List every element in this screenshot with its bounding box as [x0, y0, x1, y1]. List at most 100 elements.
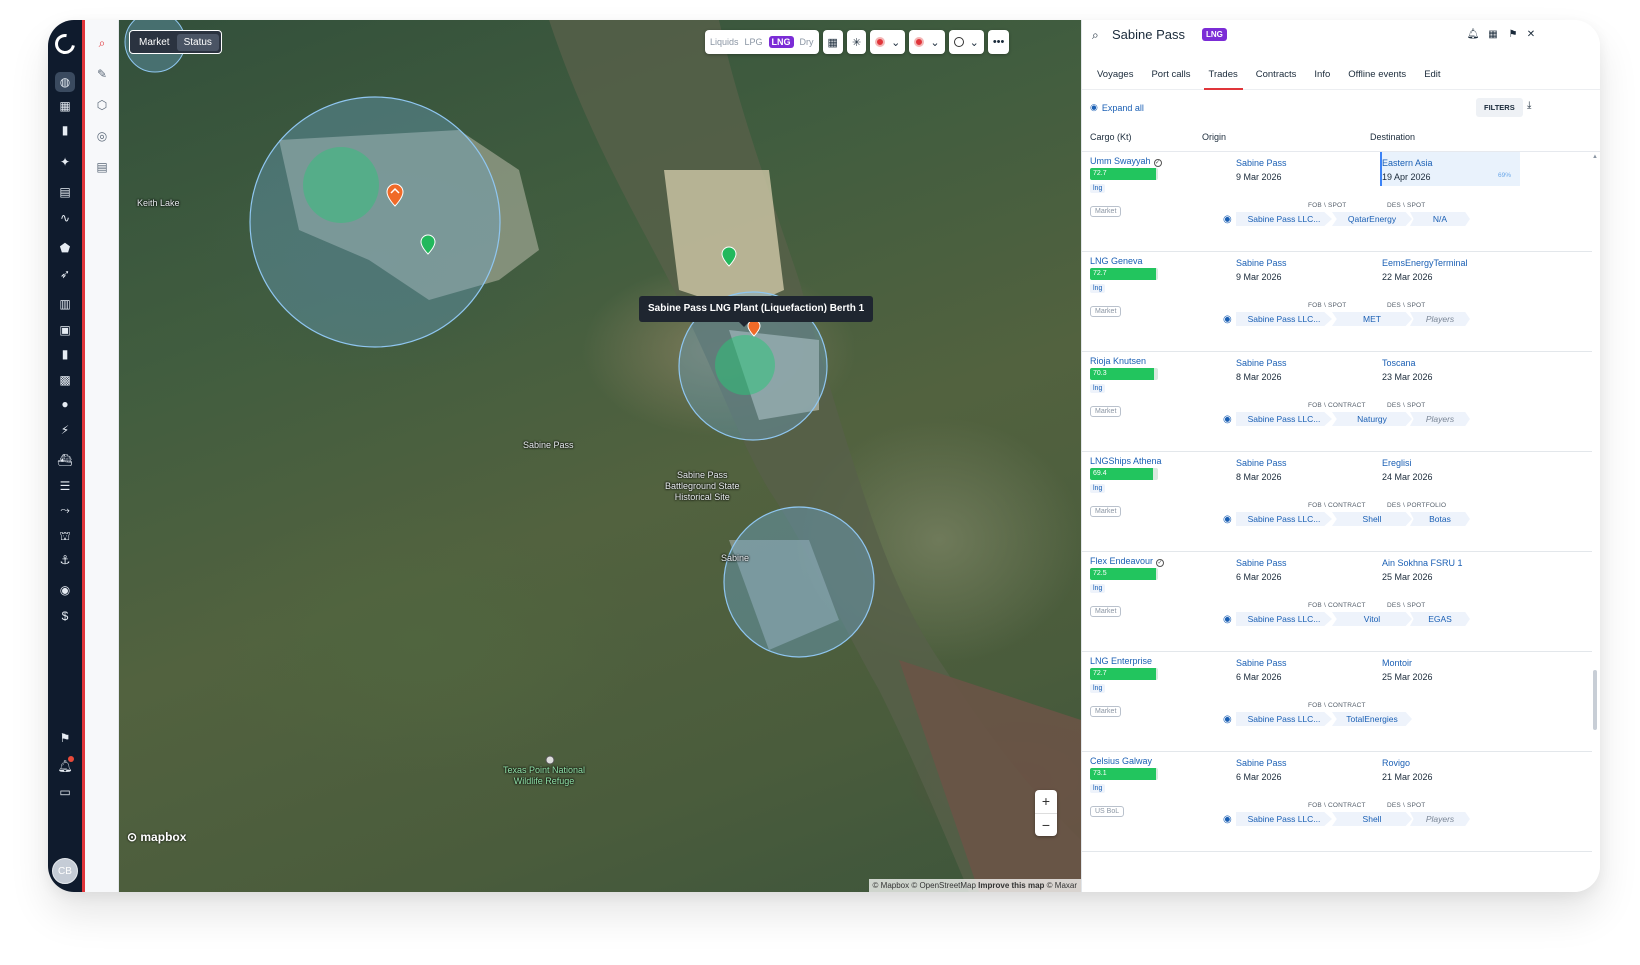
buyer-chip[interactable]: QatarEnergy — [1332, 212, 1412, 226]
origin-link[interactable]: Sabine Pass — [1236, 758, 1287, 768]
port-icon[interactable]: ⛫ — [55, 526, 75, 546]
tab-port-calls[interactable]: Port calls — [1142, 60, 1199, 89]
user-avatar[interactable]: CB — [52, 858, 78, 884]
commodity-dry[interactable]: Dry — [800, 37, 814, 47]
eye-icon[interactable]: ◉ — [1223, 714, 1232, 725]
seller-chip[interactable]: Sabine Pass LLC... — [1236, 712, 1332, 726]
download-icon[interactable]: ⤓ — [1527, 100, 1531, 111]
column-destination[interactable]: Destination — [1370, 132, 1415, 142]
eye-icon[interactable]: ◉ — [1223, 514, 1232, 525]
vessel-link[interactable]: Umm Swayyah ✓ — [1090, 156, 1162, 167]
origin-link[interactable]: Sabine Pass — [1236, 658, 1287, 668]
end-buyer-chip[interactable]: EGAS — [1410, 612, 1470, 626]
lightning-icon[interactable]: ⚡︎ — [55, 420, 75, 440]
search-icon[interactable]: ⌕ — [93, 34, 111, 52]
chat-icon[interactable]: ▭ — [55, 782, 75, 802]
filters-button[interactable]: FILTERS — [1476, 98, 1523, 117]
improve-map-link[interactable]: Improve this map — [978, 881, 1044, 890]
end-buyer-chip[interactable]: Players — [1410, 412, 1470, 426]
buyer-chip[interactable]: Naturgy — [1332, 412, 1412, 426]
end-buyer-chip[interactable]: Botas — [1410, 512, 1470, 526]
edit-icon[interactable]: ✎ — [93, 65, 111, 83]
tab-offline-events[interactable]: Offline events — [1339, 60, 1415, 89]
origin-link[interactable]: Sabine Pass — [1236, 458, 1287, 468]
dollar-icon[interactable]: $ — [55, 606, 75, 626]
commodity-lng[interactable]: LNG — [768, 36, 794, 48]
bell-icon[interactable]: 🔔︎ — [1466, 28, 1480, 42]
origin-link[interactable]: Sabine Pass — [1236, 358, 1287, 368]
commodity-filter[interactable]: Liquids LPG LNG Dry — [705, 30, 819, 54]
destination-link[interactable]: Ain Sokhna FSRU 1 — [1382, 558, 1463, 568]
origin-link[interactable]: Sabine Pass — [1236, 158, 1287, 168]
column-origin[interactable]: Origin — [1202, 132, 1226, 142]
eye-icon[interactable]: ◉ — [1223, 814, 1232, 825]
buyer-chip[interactable]: Vitol — [1332, 612, 1412, 626]
sparkle-icon[interactable]: ✦ — [55, 152, 75, 172]
destination-link[interactable]: Montoir — [1382, 658, 1412, 668]
trade-row[interactable]: LNG Enterprise 72.7 lng Market Sabine Pass 6 … — [1082, 652, 1592, 752]
flag-icon[interactable]: ⚑ — [55, 728, 75, 748]
rocket-icon[interactable]: ➶ — [55, 264, 75, 284]
destination-link[interactable]: EemsEnergyTerminal — [1382, 258, 1468, 268]
ship-database-icon[interactable]: ▤ — [55, 182, 75, 202]
app-logo[interactable] — [51, 30, 79, 58]
tab-contracts[interactable]: Contracts — [1247, 60, 1306, 89]
vessel-link[interactable]: LNG Enterprise — [1090, 656, 1152, 666]
tab-edit[interactable]: Edit — [1415, 60, 1449, 89]
seller-chip[interactable]: Sabine Pass LLC... — [1236, 612, 1332, 626]
shield-icon[interactable]: ⬟ — [55, 238, 75, 258]
oil-icon[interactable]: ▣ — [55, 320, 75, 340]
pulse-icon[interactable]: ∿ — [55, 208, 75, 228]
more-button[interactable]: ••• — [987, 30, 1010, 54]
buyer-chip[interactable]: Shell — [1332, 812, 1412, 826]
bar-chart-icon[interactable]: ▮ — [55, 344, 75, 364]
status-filter-red[interactable]: ⌄ — [870, 30, 906, 54]
grid-icon[interactable]: ▦ — [55, 96, 75, 116]
grid-icon[interactable]: ▦ — [1486, 28, 1500, 42]
route-icon[interactable]: ⤳ — [55, 500, 75, 520]
list-icon[interactable]: ☰ — [55, 476, 75, 496]
lng-icon[interactable]: ▩ — [55, 370, 75, 390]
eye-icon[interactable]: ◉ — [1223, 414, 1232, 425]
trade-row[interactable]: Rioja Knutsen 70.3 lng Market Sabine Pass 8 M… — [1082, 352, 1592, 452]
destination-link[interactable]: Toscana — [1382, 358, 1416, 368]
globe-icon[interactable]: ◍ — [55, 72, 75, 92]
zoom-out-button[interactable]: − — [1035, 813, 1057, 836]
vessel-link[interactable]: LNG Geneva — [1090, 256, 1143, 266]
close-icon[interactable]: ✕ — [1524, 28, 1538, 42]
seller-chip[interactable]: Sabine Pass LLC... — [1236, 812, 1332, 826]
anchor-icon[interactable]: ⚓︎ — [55, 550, 75, 570]
trade-row[interactable]: Umm Swayyah ✓ 72.7 lng Market Sabine Pass 9 Ma… — [1082, 152, 1592, 252]
expand-all-button[interactable]: ◉ Expand all — [1090, 102, 1144, 113]
buyer-chip[interactable]: Shell — [1332, 512, 1412, 526]
bookmark-icon[interactable]: ⚑ — [1506, 28, 1520, 42]
mapbox-logo[interactable]: ⊙ mapbox — [127, 830, 186, 844]
eye-icon[interactable]: ◉ — [1223, 314, 1232, 325]
layers-icon[interactable]: ▤ — [93, 158, 111, 176]
trade-row[interactable]: Celsius Galway 73.1 lng US BoL Sabine Pass 6 … — [1082, 752, 1592, 852]
toggle-market[interactable]: Market — [132, 34, 177, 51]
tab-trades[interactable]: Trades — [1200, 60, 1247, 90]
zoom-in-button[interactable]: + — [1035, 790, 1057, 813]
layers-button[interactable]: ▦ — [822, 30, 843, 54]
vessel-link[interactable]: Celsius Galway — [1090, 756, 1152, 766]
origin-link[interactable]: Sabine Pass — [1236, 258, 1287, 268]
map-canvas[interactable]: Market Status Liquids LPG LNG Dry ▦ ✳ ⌄ … — [119, 20, 1081, 892]
vessel-link[interactable]: LNGShips Athena — [1090, 456, 1162, 466]
document-icon[interactable]: ▥ — [55, 294, 75, 314]
tab-voyages[interactable]: Voyages — [1088, 60, 1142, 89]
end-buyer-chip[interactable]: Players — [1410, 812, 1470, 826]
vessel-link[interactable]: Flex Endeavour ✓ — [1090, 556, 1165, 567]
buyer-chip[interactable]: MET — [1332, 312, 1412, 326]
toggle-status[interactable]: Status — [176, 33, 219, 51]
commodity-lpg[interactable]: LPG — [745, 37, 763, 47]
eye-icon[interactable]: ◉ — [1223, 214, 1232, 225]
trade-row[interactable]: LNG Geneva 72.7 lng Market Sabine Pass 9 Mar … — [1082, 252, 1592, 352]
cluster-button[interactable]: ✳ — [846, 30, 867, 54]
seller-chip[interactable]: Sabine Pass LLC... — [1236, 212, 1332, 226]
vessel-icon[interactable]: ⛴︎ — [55, 450, 75, 470]
search-icon[interactable]: ⌕ — [1092, 28, 1106, 42]
end-buyer-chip[interactable]: Players — [1410, 312, 1470, 326]
trade-row[interactable]: LNGShips Athena 69.4 lng Market Sabine Pass 8… — [1082, 452, 1592, 552]
destination-link[interactable]: Eastern Asia — [1382, 158, 1433, 168]
